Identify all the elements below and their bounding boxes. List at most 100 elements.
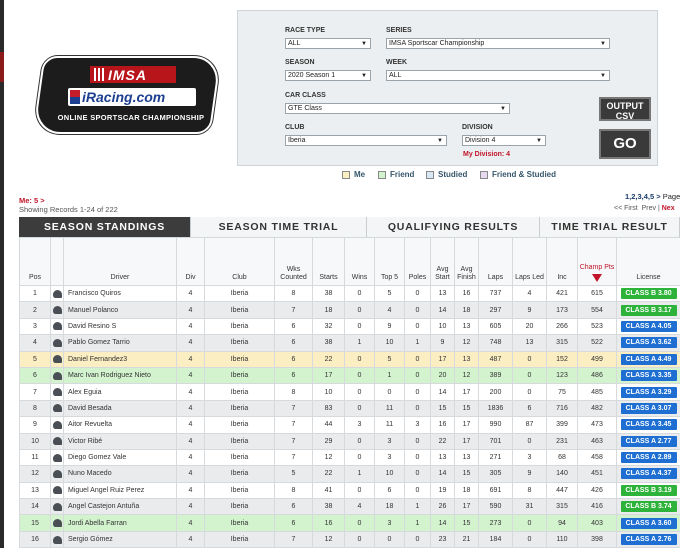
license-badge: CLASS A 3.45 [620,419,677,431]
driver-name-link[interactable]: Sergio Gómez [63,530,177,548]
car-class-select[interactable]: GTE Class ▼ [285,103,510,114]
col-starts[interactable]: Starts [312,237,345,286]
cell-pos: 15 [19,514,51,532]
iracing-logo: iRacing.com [68,88,196,106]
col-champ-pts[interactable]: Champ Pts [577,237,617,286]
driver-name-link[interactable]: Francisco Quiros [63,284,177,303]
col-license[interactable]: License [616,237,680,286]
cell-pos: 11 [19,448,51,467]
cell-avgf: 18 [454,301,479,319]
cell-starts: 16 [312,514,345,532]
output-csv-button[interactable]: OUTPUT CSV [599,97,651,121]
chevron-down-icon: ▼ [536,138,542,144]
col-laps-led[interactable]: Laps Led [512,237,547,286]
driver-name-link[interactable]: Miguel Angel Ruiz Perez [63,481,177,500]
driver-name-link[interactable]: David Besada [63,399,177,418]
cell-avgf: 13 [454,317,479,336]
driver-name-link[interactable]: Nuno Macedo [63,465,177,483]
cell-pos: 10 [19,432,51,450]
col-wks-counted[interactable]: Wks Counted [274,237,313,286]
cell-laps: 748 [478,334,513,352]
cell-wks: 6 [274,334,313,352]
tab-qualifying-results[interactable]: QUALIFYING RESULTS [367,217,540,237]
cell-avgs: 20 [430,366,455,385]
cell-pts: 398 [577,530,617,548]
license-badge: CLASS B 3.74 [620,501,677,513]
division-select[interactable]: Division 4 ▼ [462,135,546,146]
series-select[interactable]: IMSA Sportscar Championship ▼ [386,38,610,49]
cell-starts: 29 [312,432,345,450]
table-row: 11 Diego Gomez Vale 4 Iberia 7 12 0 3 0 13 13 271 3 6… [19,448,680,467]
cell-starts: 38 [312,334,345,352]
cell-starts: 22 [312,465,345,483]
cell-div: 4 [176,383,205,401]
week-select[interactable]: ALL ▼ [386,70,610,81]
driver-name-link[interactable]: Pablo Gomez Tarrio [63,334,177,352]
cell-wks: 6 [274,350,313,368]
driver-name-link[interactable]: Aitor Revuelta [63,416,177,434]
col-helmet [50,237,64,286]
cell-pts: 416 [577,498,617,516]
driver-name-link[interactable]: Marc Ivan Rodriguez Nieto [63,366,177,385]
license-cell: CLASS A 3.35 [616,366,680,385]
col-club[interactable]: Club [204,237,275,286]
page-links[interactable]: 1,2,3,4,5 > [625,192,661,201]
driver-name-link[interactable]: Alex Eguia [63,383,177,401]
race-type-select[interactable]: ALL ▼ [285,38,371,49]
tab-season-time-trial[interactable]: SEASON TIME TRIAL [191,217,367,237]
col-top5[interactable]: Top 5 [374,237,405,286]
cell-poles: 0 [404,284,431,303]
club-select[interactable]: Iberia ▼ [285,135,447,146]
col-laps[interactable]: Laps [478,237,513,286]
go-button[interactable]: GO [599,129,651,159]
cell-poles: 0 [404,432,431,450]
driver-name-link[interactable]: Diego Gomez Vale [63,448,177,467]
cell-poles: 0 [404,465,431,483]
cell-inc: 421 [546,284,578,303]
driver-name-link[interactable]: Angel Castejon Antuña [63,498,177,516]
next-page-link[interactable]: Nex [662,205,675,212]
col-inc[interactable]: Inc [546,237,578,286]
helmet-icon [53,289,62,298]
cell-inc: 123 [546,366,578,385]
license-badge: CLASS A 3.07 [620,402,677,414]
cell-wks: 5 [274,465,313,483]
cell-pts: 499 [577,350,617,368]
cell-pts: 482 [577,399,617,418]
results-tabs: SEASON STANDINGS SEASON TIME TRIAL QUALI… [19,217,680,237]
driver-name-link[interactable]: Jordi Abella Farran [63,514,177,532]
license-cell: CLASS A 4.49 [616,350,680,368]
driver-name-link[interactable]: David Resino S [63,317,177,336]
driver-name-link[interactable]: Daniel Fernandez3 [63,350,177,368]
me-position-link[interactable]: Me: 5 > [19,196,45,205]
cell-laps: 184 [478,530,513,548]
tab-time-trial-results[interactable]: TIME TRIAL RESULT [540,217,680,237]
first-page-link[interactable]: << First [614,205,638,212]
cell-wins: 0 [344,383,375,401]
cell-top5: 9 [374,317,405,336]
helmet-cell [50,514,64,532]
col-poles[interactable]: Poles [404,237,431,286]
col-avg-start[interactable]: Avg Start [430,237,455,286]
driver-name-link[interactable]: Manuel Polanco [63,301,177,319]
col-driver[interactable]: Driver [63,237,177,286]
cell-pos: 16 [19,530,51,548]
prev-page-link[interactable]: Prev [642,205,656,212]
cell-club: Iberia [204,383,275,401]
cell-led: 0 [512,514,547,532]
sort-desc-icon [592,274,602,282]
col-avg-finish[interactable]: Avg Finish [454,237,479,286]
col-pos[interactable]: Pos [19,237,51,286]
col-div[interactable]: Div [176,237,205,286]
cell-club: Iberia [204,366,275,385]
tab-season-standings[interactable]: SEASON STANDINGS [19,217,191,237]
cell-div: 4 [176,448,205,467]
cell-wins: 0 [344,399,375,418]
col-wins[interactable]: Wins [344,237,375,286]
cell-poles: 1 [404,334,431,352]
helmet-cell [50,284,64,303]
cell-wins: 0 [344,432,375,450]
season-select[interactable]: 2020 Season 1 ▼ [285,70,371,81]
driver-name-link[interactable]: Victor Ribé [63,432,177,450]
cell-avgf: 12 [454,366,479,385]
